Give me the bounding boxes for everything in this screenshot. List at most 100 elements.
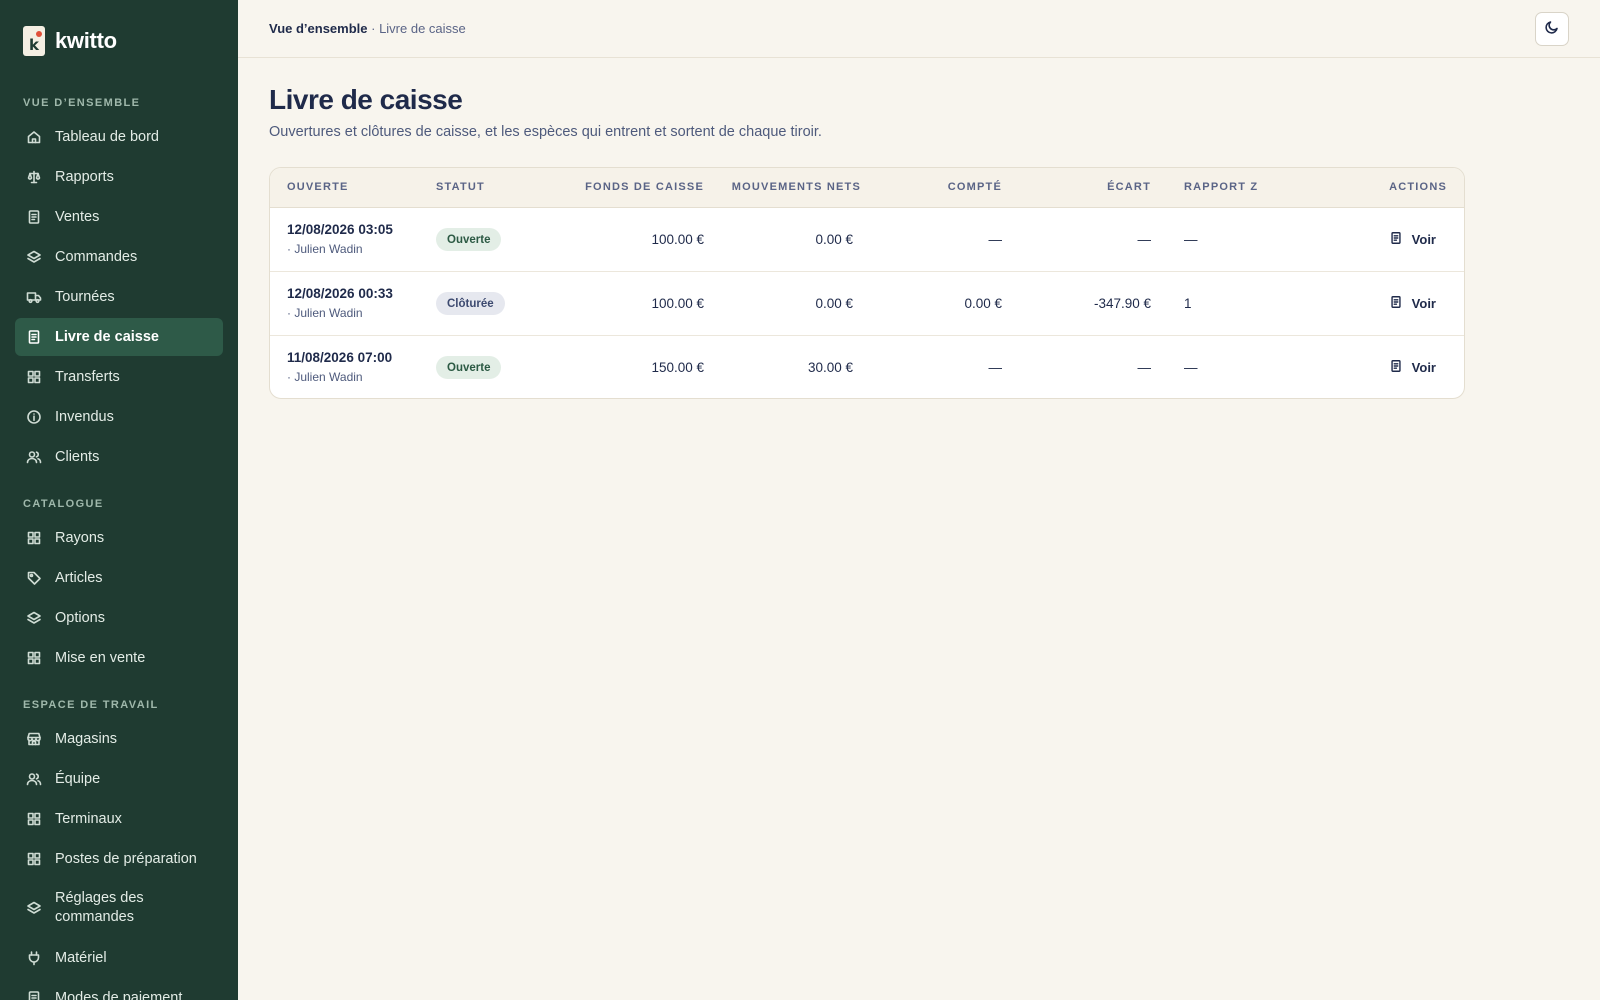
layers-icon xyxy=(25,899,43,917)
brand-name: kwitto xyxy=(55,28,117,53)
view-button[interactable]: Voir xyxy=(1389,359,1436,376)
sidebar: k kwitto VUE D’ENSEMBLE Tableau de bord … xyxy=(0,0,238,1000)
column-header-difference: ÉCART xyxy=(1107,181,1151,193)
cash-float: 150.00 € xyxy=(651,360,704,375)
counted-amount: — xyxy=(988,232,1003,247)
sidebar-item-postes-de-preparation[interactable]: Postes de préparation xyxy=(15,840,223,878)
column-header-actions: ACTIONS xyxy=(1389,181,1447,193)
sidebar-item-reglages-des-commandes[interactable]: Réglages des commandes xyxy=(15,886,223,930)
opened-by-user: · Julien Wadin xyxy=(287,306,363,320)
sidebar-item-label: Articles xyxy=(55,570,103,586)
cash-float: 100.00 € xyxy=(651,296,704,311)
users-icon xyxy=(25,770,43,788)
brand[interactable]: k kwitto xyxy=(23,26,117,56)
theme-toggle-button[interactable] xyxy=(1535,12,1569,46)
opened-date: 12/08/2026 00:33 xyxy=(287,286,393,301)
opened-by-user: · Julien Wadin xyxy=(287,242,363,256)
sidebar-item-label: Tournées xyxy=(55,289,115,305)
cash-book-table: OUVERTE STATUT FONDS DE CAISSE MOUVEMENT… xyxy=(269,167,1465,399)
sidebar-item-label: Options xyxy=(55,610,105,626)
sidebar-item-terminaux[interactable]: Terminaux xyxy=(15,800,223,838)
sidebar-item-magasins[interactable]: Magasins xyxy=(15,720,223,758)
page-subtitle: Ouvertures et clôtures de caisse, et les… xyxy=(269,124,822,140)
sidebar-item-label: Matériel xyxy=(55,950,107,966)
sidebar-item-rayons[interactable]: Rayons xyxy=(15,519,223,557)
sidebar-item-clients[interactable]: Clients xyxy=(15,438,223,476)
plug-icon xyxy=(25,949,43,967)
sidebar-item-label: Clients xyxy=(55,449,100,465)
info-icon xyxy=(25,408,43,426)
opened-date: 12/08/2026 03:05 xyxy=(287,222,393,237)
layers-icon xyxy=(25,248,43,266)
difference-amount: — xyxy=(1137,360,1152,375)
sidebar-item-commandes[interactable]: Commandes xyxy=(15,238,223,276)
view-button-label: Voir xyxy=(1411,360,1436,375)
net-movements: 0.00 € xyxy=(815,296,853,311)
grid-icon xyxy=(25,529,43,547)
sidebar-item-label: Terminaux xyxy=(55,811,122,827)
sidebar-item-rapports[interactable]: Rapports xyxy=(15,158,223,196)
sidebar-item-label: Invendus xyxy=(55,409,114,425)
sidebar-item-label: Équipe xyxy=(55,771,101,787)
page-title: Livre de caisse xyxy=(269,84,463,115)
sidebar-item-transferts[interactable]: Transferts xyxy=(15,358,223,396)
z-report-value: — xyxy=(1184,360,1198,375)
sidebar-item-tournees[interactable]: Tournées xyxy=(15,278,223,316)
sidebar-item-label: Magasins xyxy=(55,731,118,747)
sidebar-item-mise-en-vente[interactable]: Mise en vente xyxy=(15,639,223,677)
receipt-icon xyxy=(25,328,43,346)
document-icon xyxy=(1389,295,1403,312)
column-header-opened: OUVERTE xyxy=(287,181,349,193)
layers-icon xyxy=(25,609,43,627)
counted-amount: — xyxy=(988,360,1003,375)
table-row: 12/08/2026 03:05 · Julien Wadin Ouverte … xyxy=(270,208,1464,272)
receipt-icon xyxy=(25,208,43,226)
table-row: 11/08/2026 07:00 · Julien Wadin Ouverte … xyxy=(270,336,1464,398)
difference-amount: -347.90 € xyxy=(1093,296,1151,311)
sidebar-item-materiel[interactable]: Matériel xyxy=(15,939,223,977)
truck-icon xyxy=(25,288,43,306)
sidebar-item-label: Mise en vente xyxy=(55,650,146,666)
document-icon xyxy=(1389,231,1403,248)
scale-icon xyxy=(25,168,43,186)
table-row: 12/08/2026 00:33 · Julien Wadin Clôturée… xyxy=(270,272,1464,336)
sidebar-item-options[interactable]: Options xyxy=(15,599,223,637)
cash-float: 100.00 € xyxy=(651,232,704,247)
sidebar-item-label: Rapports xyxy=(55,169,114,185)
view-button[interactable]: Voir xyxy=(1389,231,1436,248)
sidebar-item-ventes[interactable]: Ventes xyxy=(15,198,223,236)
z-report-value: — xyxy=(1184,232,1198,247)
opened-date: 11/08/2026 07:00 xyxy=(287,350,393,365)
view-button[interactable]: Voir xyxy=(1389,295,1436,312)
sidebar-item-label: Ventes xyxy=(55,209,100,225)
net-movements: 0.00 € xyxy=(815,232,853,247)
status-badge: Ouverte xyxy=(436,356,502,379)
home-icon xyxy=(25,128,43,146)
view-button-label: Voir xyxy=(1411,296,1436,311)
sidebar-item-equipe[interactable]: Équipe xyxy=(15,760,223,798)
status-badge: Clôturée xyxy=(436,292,505,315)
opened-by-user: · Julien Wadin xyxy=(287,370,363,384)
sidebar-item-tableau-de-bord[interactable]: Tableau de bord xyxy=(15,118,223,156)
grid-icon xyxy=(25,649,43,667)
section-label-overview: VUE D’ENSEMBLE xyxy=(23,97,141,109)
users-icon xyxy=(25,448,43,466)
sidebar-item-livre-de-caisse[interactable]: Livre de caisse xyxy=(15,318,223,356)
topbar: Vue d’ensemble · Livre de caisse xyxy=(238,0,1600,58)
receipt-icon xyxy=(25,989,43,1000)
sidebar-item-label: Livre de caisse xyxy=(55,329,159,345)
sidebar-item-invendus[interactable]: Invendus xyxy=(15,398,223,436)
column-header-status: STATUT xyxy=(436,181,485,193)
sidebar-item-label: Modes de paiement xyxy=(55,990,183,1000)
table-header: OUVERTE STATUT FONDS DE CAISSE MOUVEMENT… xyxy=(270,168,1464,208)
counted-amount: 0.00 € xyxy=(964,296,1002,311)
grid-icon xyxy=(25,368,43,386)
column-header-float: FONDS DE CAISSE xyxy=(585,181,704,193)
breadcrumb-root[interactable]: Vue d’ensemble xyxy=(269,21,368,36)
sidebar-item-label: Rayons xyxy=(55,530,105,546)
sidebar-item-articles[interactable]: Articles xyxy=(15,559,223,597)
sidebar-item-label: Réglages des commandes xyxy=(55,890,144,925)
logo-icon: k xyxy=(23,26,45,56)
sidebar-item-modes-de-paiement[interactable]: Modes de paiement xyxy=(15,979,223,1000)
section-label-workspace: ESPACE DE TRAVAIL xyxy=(23,699,159,711)
